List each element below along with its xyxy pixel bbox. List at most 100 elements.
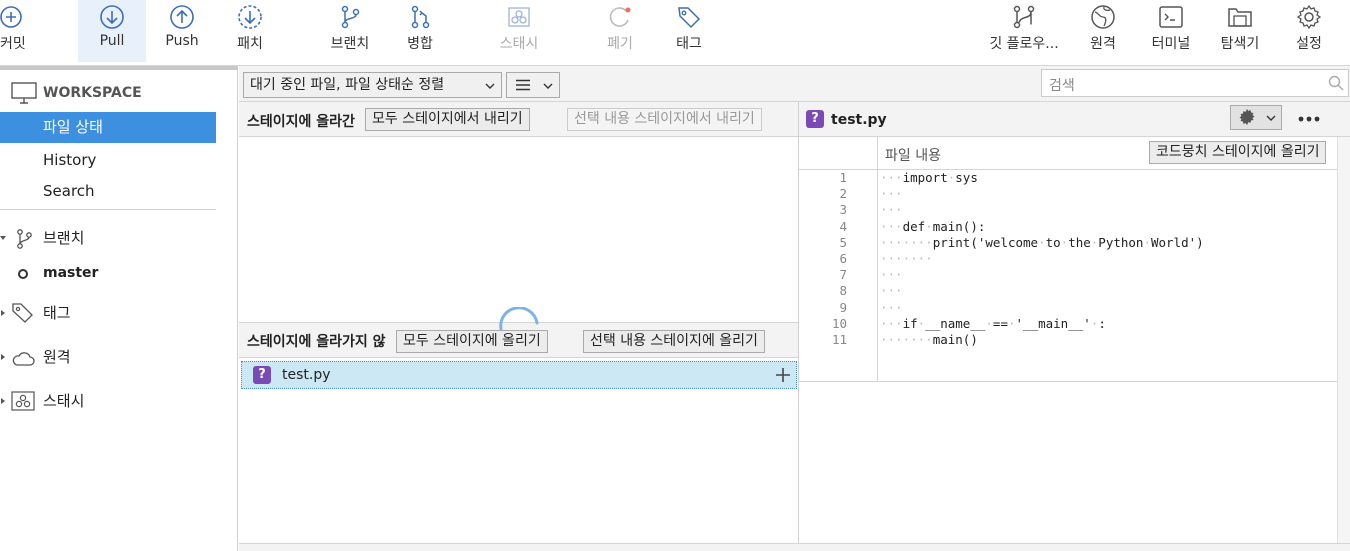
stage-selected-button[interactable]: 선택 내용 스테이지에 올리기 <box>583 330 765 353</box>
sort-dropdown[interactable]: 대기 중인 파일, 파일 상태순 정렬 <box>243 72 502 98</box>
monitor-icon <box>11 82 37 104</box>
merge-button[interactable]: 병합 <box>392 0 448 62</box>
code-line: ··· <box>880 299 903 315</box>
remote-button[interactable]: 원격 <box>1078 0 1128 62</box>
fetch-button[interactable]: 패치 <box>222 0 278 62</box>
settings-button[interactable]: 설정 <box>1282 0 1336 62</box>
sidebar-item-stashes[interactable]: 스태시 <box>0 386 216 417</box>
chevron-right-icon <box>1 354 5 360</box>
search-input[interactable]: 검색 <box>1041 69 1349 97</box>
folder-icon <box>1228 8 1252 27</box>
loading-spinner-icon <box>499 307 539 331</box>
unstage-selected-button[interactable]: 선택 내용 스테이지에서 내리기 <box>567 108 762 131</box>
sidebar-item-branches[interactable]: 브랜치 <box>0 223 216 254</box>
commit-icon <box>0 6 22 28</box>
line-number: 6 <box>839 251 847 266</box>
current-branch-icon <box>18 269 28 279</box>
plus-icon[interactable] <box>776 368 790 382</box>
fetch-label: 패치 <box>237 36 263 52</box>
untracked-icon: ? <box>253 366 271 384</box>
sidebar-item-file-status[interactable]: 파일 상태 <box>0 112 216 143</box>
sidebar-item-label: 브랜치 <box>43 229 85 247</box>
push-label: Push <box>165 33 199 49</box>
diff-filename: test.py <box>831 112 887 128</box>
discard-icon <box>609 7 631 27</box>
file-row-test-py[interactable]: ? test.py <box>241 361 797 389</box>
code-line: ······· <box>880 251 933 266</box>
terminal-icon <box>1159 6 1183 28</box>
diff-options-button[interactable] <box>1230 105 1282 130</box>
sidebar-item-label: master <box>43 265 99 281</box>
line-number: 1 <box>839 170 847 185</box>
code-line: ·······main() <box>880 332 978 347</box>
gitflow-label: 깃 플로우... <box>989 36 1059 52</box>
stash-button[interactable]: 스태시 <box>488 0 550 62</box>
stash-icon <box>508 7 530 27</box>
terminal-label: 터미널 <box>1151 36 1191 52</box>
sort-dropdown-label: 대기 중인 파일, 파일 상태순 정렬 <box>250 77 445 93</box>
explorer-label: 탐색기 <box>1220 36 1260 52</box>
diff-scrollbar[interactable] <box>1337 137 1350 543</box>
sidebar-item-history[interactable]: History <box>0 145 216 176</box>
push-button[interactable]: Push <box>150 0 214 62</box>
search-placeholder: 검색 <box>1049 78 1075 94</box>
explorer-button[interactable]: 탐색기 <box>1212 0 1268 62</box>
more-options-icon[interactable] <box>1298 116 1320 122</box>
sidebar-divider <box>0 209 216 210</box>
terminal-button[interactable]: 터미널 <box>1144 0 1198 62</box>
stash-icon <box>11 391 35 411</box>
chevron-down-icon <box>0 236 6 240</box>
stage-hunk-button[interactable]: 코드뭉치 스테이지에 올리기 <box>1149 141 1327 164</box>
pull-label: Pull <box>99 33 125 49</box>
sidebar-item-search[interactable]: Search <box>0 176 216 207</box>
sidebar-item-master[interactable]: master <box>0 258 216 289</box>
branch-label: 브랜치 <box>330 36 370 52</box>
pull-button[interactable]: Pull <box>78 0 146 62</box>
tag-icon <box>678 7 701 29</box>
pull-icon <box>100 5 124 29</box>
hunk-label: 파일 내용 <box>885 148 941 164</box>
chevron-down-icon <box>543 83 553 89</box>
line-number: 3 <box>839 202 847 218</box>
view-mode-dropdown[interactable] <box>506 72 560 98</box>
line-number: 7 <box>839 267 847 283</box>
sidebar-item-label: 스태시 <box>43 392 85 410</box>
tag-button[interactable]: 태그 <box>662 0 716 62</box>
push-icon <box>170 5 194 29</box>
code-line: ·······print('welcome·to·the·Python·Worl… <box>880 234 1204 250</box>
line-number: 9 <box>839 299 847 315</box>
sidebar-item-remotes[interactable]: 원격 <box>0 342 216 373</box>
workspace-label: WORKSPACE <box>43 85 142 101</box>
chevron-down-icon <box>1266 115 1276 121</box>
code-line: ···if·__name__·==·'__main__'·: <box>880 315 1106 331</box>
branch-icon <box>341 5 360 29</box>
discard-button[interactable]: 폐기 <box>592 0 648 62</box>
unstage-all-button[interactable]: 모두 스테이지에서 내리기 <box>365 108 530 131</box>
settings-label: 설정 <box>1296 36 1322 52</box>
gitflow-button[interactable]: 깃 플로우... <box>982 0 1066 62</box>
sidebar-item-tags[interactable]: 태그 <box>0 298 216 329</box>
chevron-right-icon <box>1 310 5 316</box>
untracked-icon: ? <box>806 110 824 128</box>
unstaged-title: 스테이지에 올라가지 않 <box>247 334 386 350</box>
sidebar: WORKSPACE 파일 상태 History Search 브랜치 maste… <box>0 70 238 551</box>
staged-title: 스테이지에 올라간 <box>247 114 355 130</box>
gutter-divider <box>877 137 878 381</box>
code-line: ··· <box>880 283 903 299</box>
line-number: 11 <box>831 332 847 347</box>
code-line: ···import·sys <box>880 170 978 185</box>
sidebar-item-label: Search <box>43 182 95 200</box>
branch-icon <box>17 229 32 249</box>
code-line: ··· <box>880 202 903 218</box>
fetch-icon <box>238 5 262 29</box>
merge-label: 병합 <box>407 36 433 52</box>
line-number: 10 <box>831 315 847 331</box>
code-line: ··· <box>880 186 903 202</box>
line-number: 4 <box>839 218 847 234</box>
discard-label: 폐기 <box>607 36 633 52</box>
file-name: test.py <box>282 367 331 383</box>
search-icon <box>1328 75 1344 91</box>
merge-icon <box>411 5 430 29</box>
branch-button[interactable]: 브랜치 <box>320 0 380 62</box>
commit-button[interactable]: 커밋 <box>0 0 38 62</box>
